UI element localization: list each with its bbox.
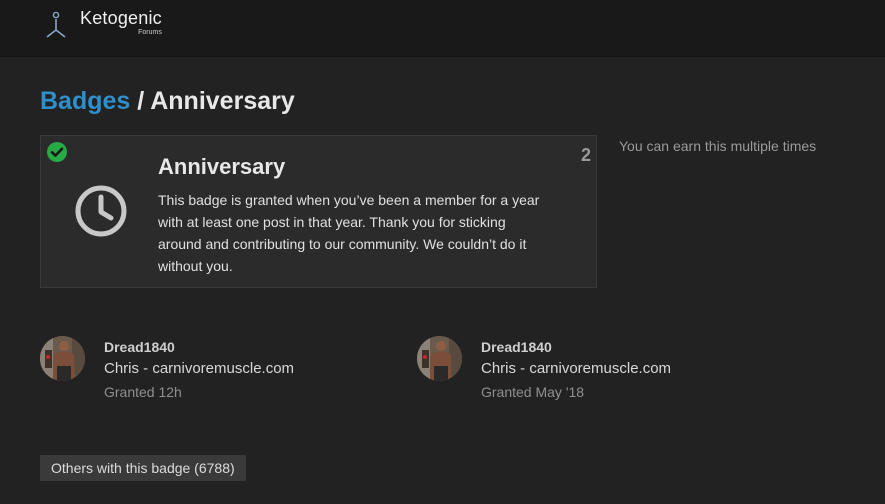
breadcrumb: Badges / Anniversary	[40, 87, 295, 116]
breadcrumb-badges-link[interactable]: Badges	[40, 87, 130, 115]
user-title: Chris - carnivoremuscle.com	[481, 360, 672, 377]
badge-card: Anniversary This badge is granted when y…	[40, 135, 597, 288]
breadcrumb-current: Anniversary	[150, 87, 295, 115]
breadcrumb-separator: /	[130, 87, 151, 115]
granted-time[interactable]: Granted 12h	[104, 384, 182, 400]
badge-description: This badge is granted when you’ve been a…	[158, 192, 540, 274]
earn-multiple-note: You can earn this multiple times	[619, 138, 817, 154]
avatar[interactable]	[40, 336, 85, 381]
clock-icon	[75, 185, 127, 237]
granted-user-card: Dread1840 Chris - carnivoremuscle.com Gr…	[417, 336, 717, 406]
site-logo[interactable]: Ketogenic Forums	[42, 9, 162, 39]
badge-title: Anniversary	[158, 154, 286, 179]
granted-user-card: Dread1840 Chris - carnivoremuscle.com Gr…	[40, 336, 340, 406]
granted-time[interactable]: Granted May '18	[481, 384, 584, 400]
user-photo-icon	[40, 336, 85, 381]
username-link[interactable]: Dread1840	[104, 339, 175, 355]
logo-subtitle: Forums	[138, 29, 162, 36]
logo-text: Ketogenic Forums	[80, 9, 162, 36]
grant-count: 2	[580, 145, 591, 165]
site-header: Ketogenic Forums	[0, 0, 885, 57]
avatar[interactable]	[417, 336, 462, 381]
logo-name: Ketogenic	[80, 8, 162, 28]
user-title: Chris - carnivoremuscle.com	[104, 360, 295, 377]
others-with-badge-button[interactable]: Others with this badge (6788)	[40, 455, 246, 481]
check-circle-icon	[47, 142, 67, 162]
user-photo-icon	[417, 336, 462, 381]
keto-figure-icon	[46, 11, 66, 38]
username-link[interactable]: Dread1840	[481, 339, 552, 355]
